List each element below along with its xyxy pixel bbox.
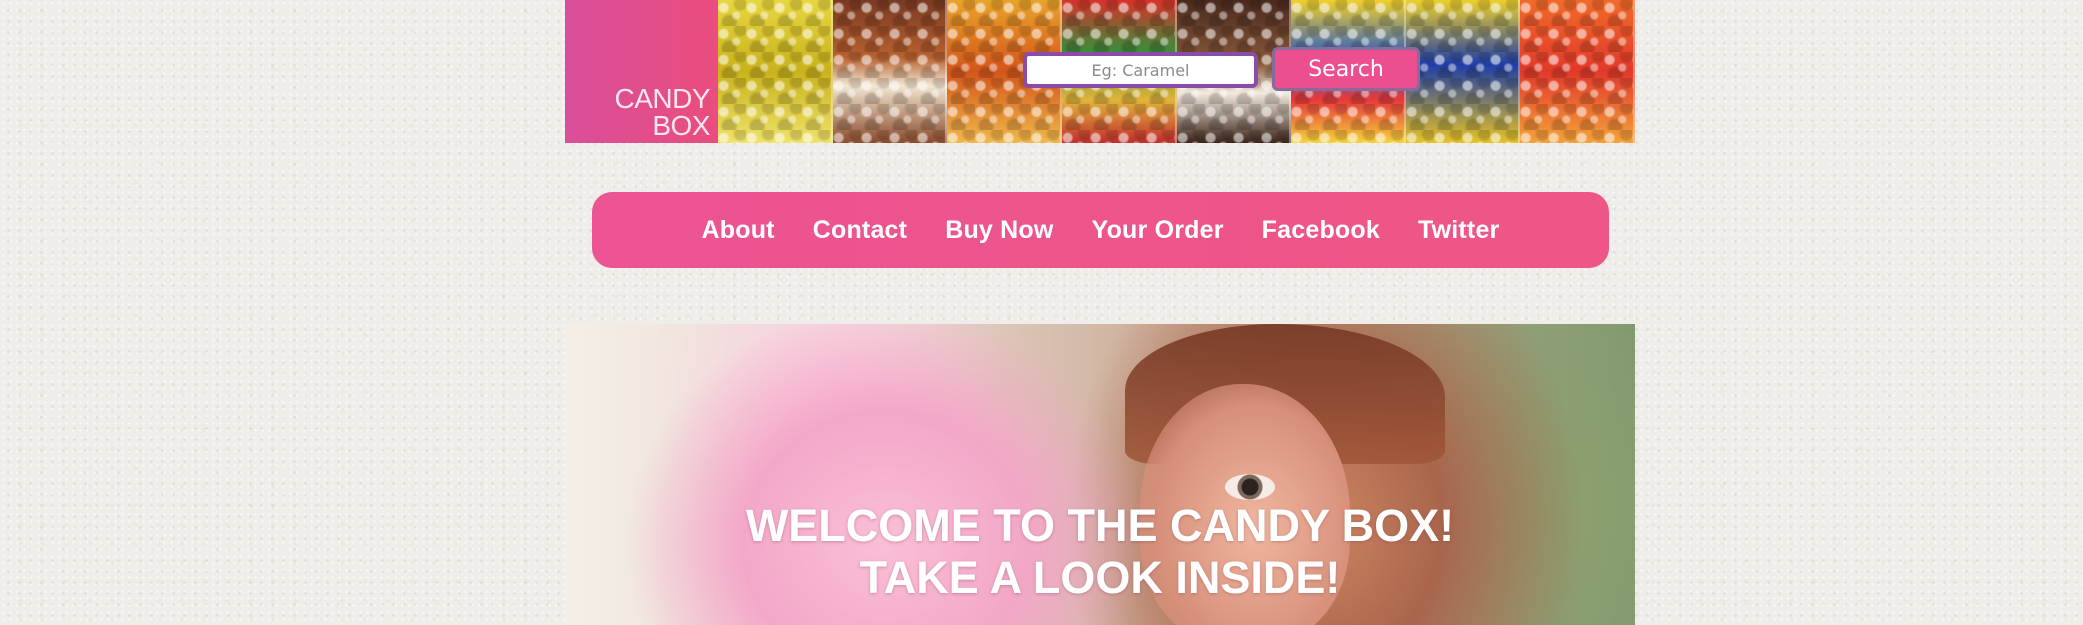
logo[interactable]: CANDY BOX — [565, 0, 718, 143]
logo-line-1: CANDY — [614, 83, 710, 114]
hero-image-eye — [1225, 474, 1275, 500]
candy-jar-yellow — [718, 0, 833, 143]
main-nav: About Contact Buy Now Your Order Faceboo… — [592, 192, 1609, 268]
hero-banner: WELCOME TO THE CANDY BOX! TAKE A LOOK IN… — [565, 324, 1635, 625]
hero-heading-line-1: WELCOME TO THE CANDY BOX! — [745, 500, 1455, 551]
nav-item-about[interactable]: About — [702, 216, 775, 245]
nav-item-buy-now[interactable]: Buy Now — [945, 216, 1053, 245]
search-button[interactable]: Search — [1272, 47, 1420, 91]
nav-item-twitter[interactable]: Twitter — [1418, 216, 1500, 245]
candy-jar-blue-yellow — [1405, 0, 1521, 143]
hero-heading-line-2: TAKE A LOOK INSIDE! — [859, 552, 1341, 603]
site-header: CANDY BOX Search — [565, 0, 1635, 143]
hero-heading: WELCOME TO THE CANDY BOX! TAKE A LOOK IN… — [565, 500, 1635, 604]
logo-line-2: BOX — [652, 110, 710, 141]
search-input[interactable] — [1023, 52, 1258, 88]
logo-text: CANDY BOX — [614, 83, 710, 141]
nav-item-contact[interactable]: Contact — [813, 216, 907, 245]
candy-jar-peppermint — [832, 0, 948, 143]
nav-item-your-order[interactable]: Your Order — [1092, 216, 1224, 245]
candy-jar-red — [1520, 0, 1635, 143]
nav-item-facebook[interactable]: Facebook — [1262, 216, 1380, 245]
